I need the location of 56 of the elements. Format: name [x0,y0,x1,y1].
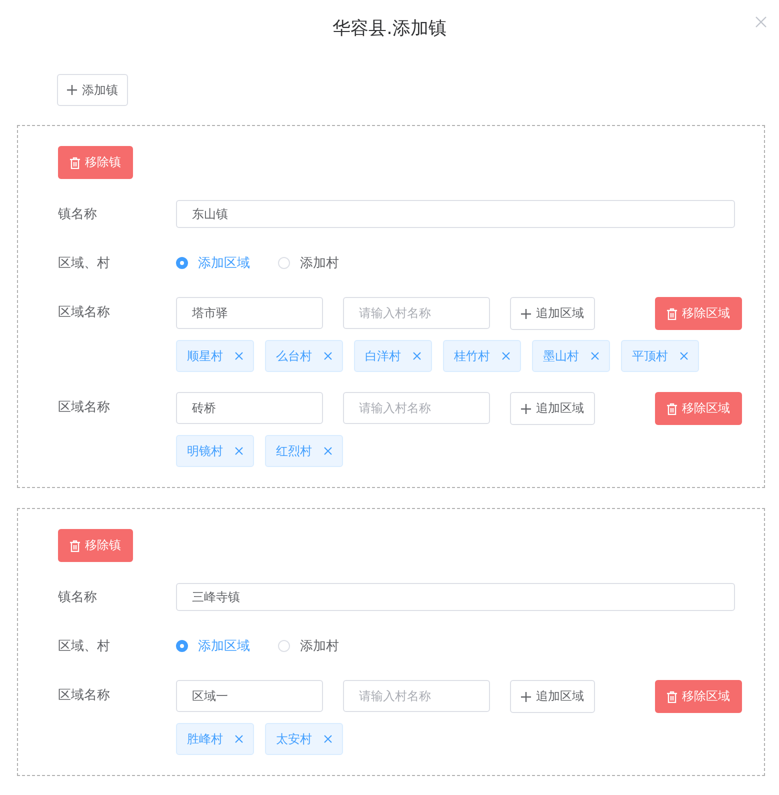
close-icon[interactable] [755,16,767,28]
tag-text: 白洋村 [365,348,401,364]
close-icon[interactable] [680,352,688,360]
radio-option[interactable]: 添加村 [278,254,339,272]
tag-text: 胜峰村 [187,730,223,748]
trash-icon [70,156,80,168]
plus-icon [521,692,531,702]
tag-text: 平顶村 [632,348,668,364]
trash-icon [70,540,80,552]
close-icon[interactable] [324,735,332,743]
trash-icon [667,402,677,414]
tag-text: 桂竹村 [454,348,490,364]
tag-text: 么台村 [276,348,312,364]
add-town-button[interactable]: 添加镇 [57,74,128,106]
trash-icon [667,690,677,702]
trash-icon [667,308,677,320]
radio-label: 添加村 [300,255,339,272]
tag-text: 顺星村 [187,348,223,364]
close-icon[interactable] [324,447,332,455]
tag-text: 红烈村 [276,442,312,460]
town-name-field[interactable]: 三峰寺镇 [176,583,735,611]
close-icon[interactable] [235,735,243,743]
add-region-button[interactable]: 追加区域 [510,680,595,713]
radio-option[interactable]: 添加村 [278,637,339,655]
add-region-button[interactable]: 追加区域 [510,297,595,330]
close-icon[interactable] [502,352,510,360]
plus-icon [521,308,531,318]
dialog-title: 华容县.添加镇 [332,17,446,40]
field-label: 镇名称 [58,589,98,606]
plus-icon [521,404,531,414]
field-label: 镇名称 [58,206,98,223]
plus-icon [67,85,77,95]
region-name-field[interactable]: 塔市驿 [176,297,323,329]
field-label: 区域、村 [58,638,111,655]
village-name-field[interactable]: 请输入村名称 [343,680,490,712]
close-icon[interactable] [235,447,243,455]
tag-text: 明镜村 [187,442,223,460]
field-label: 区域名称 [58,304,111,321]
close-icon[interactable] [413,352,421,360]
field-label: 区域、村 [58,255,111,272]
radio-label: 添加区域 [198,638,250,655]
field-label: 区域名称 [58,687,111,704]
radio-label: 添加区域 [198,255,250,272]
tag-text: 墨山村 [543,348,579,364]
add-region-button[interactable]: 追加区域 [510,392,595,425]
close-icon[interactable] [235,352,243,360]
close-icon[interactable] [591,352,599,360]
village-name-field[interactable]: 请输入村名称 [343,392,490,424]
close-icon[interactable] [324,352,332,360]
town-name-field[interactable]: 东山镇 [176,200,735,228]
radio-label: 添加村 [300,638,339,655]
region-name-field[interactable]: 区域一 [176,680,323,712]
village-name-field[interactable]: 请输入村名称 [343,297,490,329]
tag-text: 太安村 [276,730,312,748]
field-label: 区域名称 [58,399,111,416]
region-name-field[interactable]: 砖桥 [176,392,323,424]
